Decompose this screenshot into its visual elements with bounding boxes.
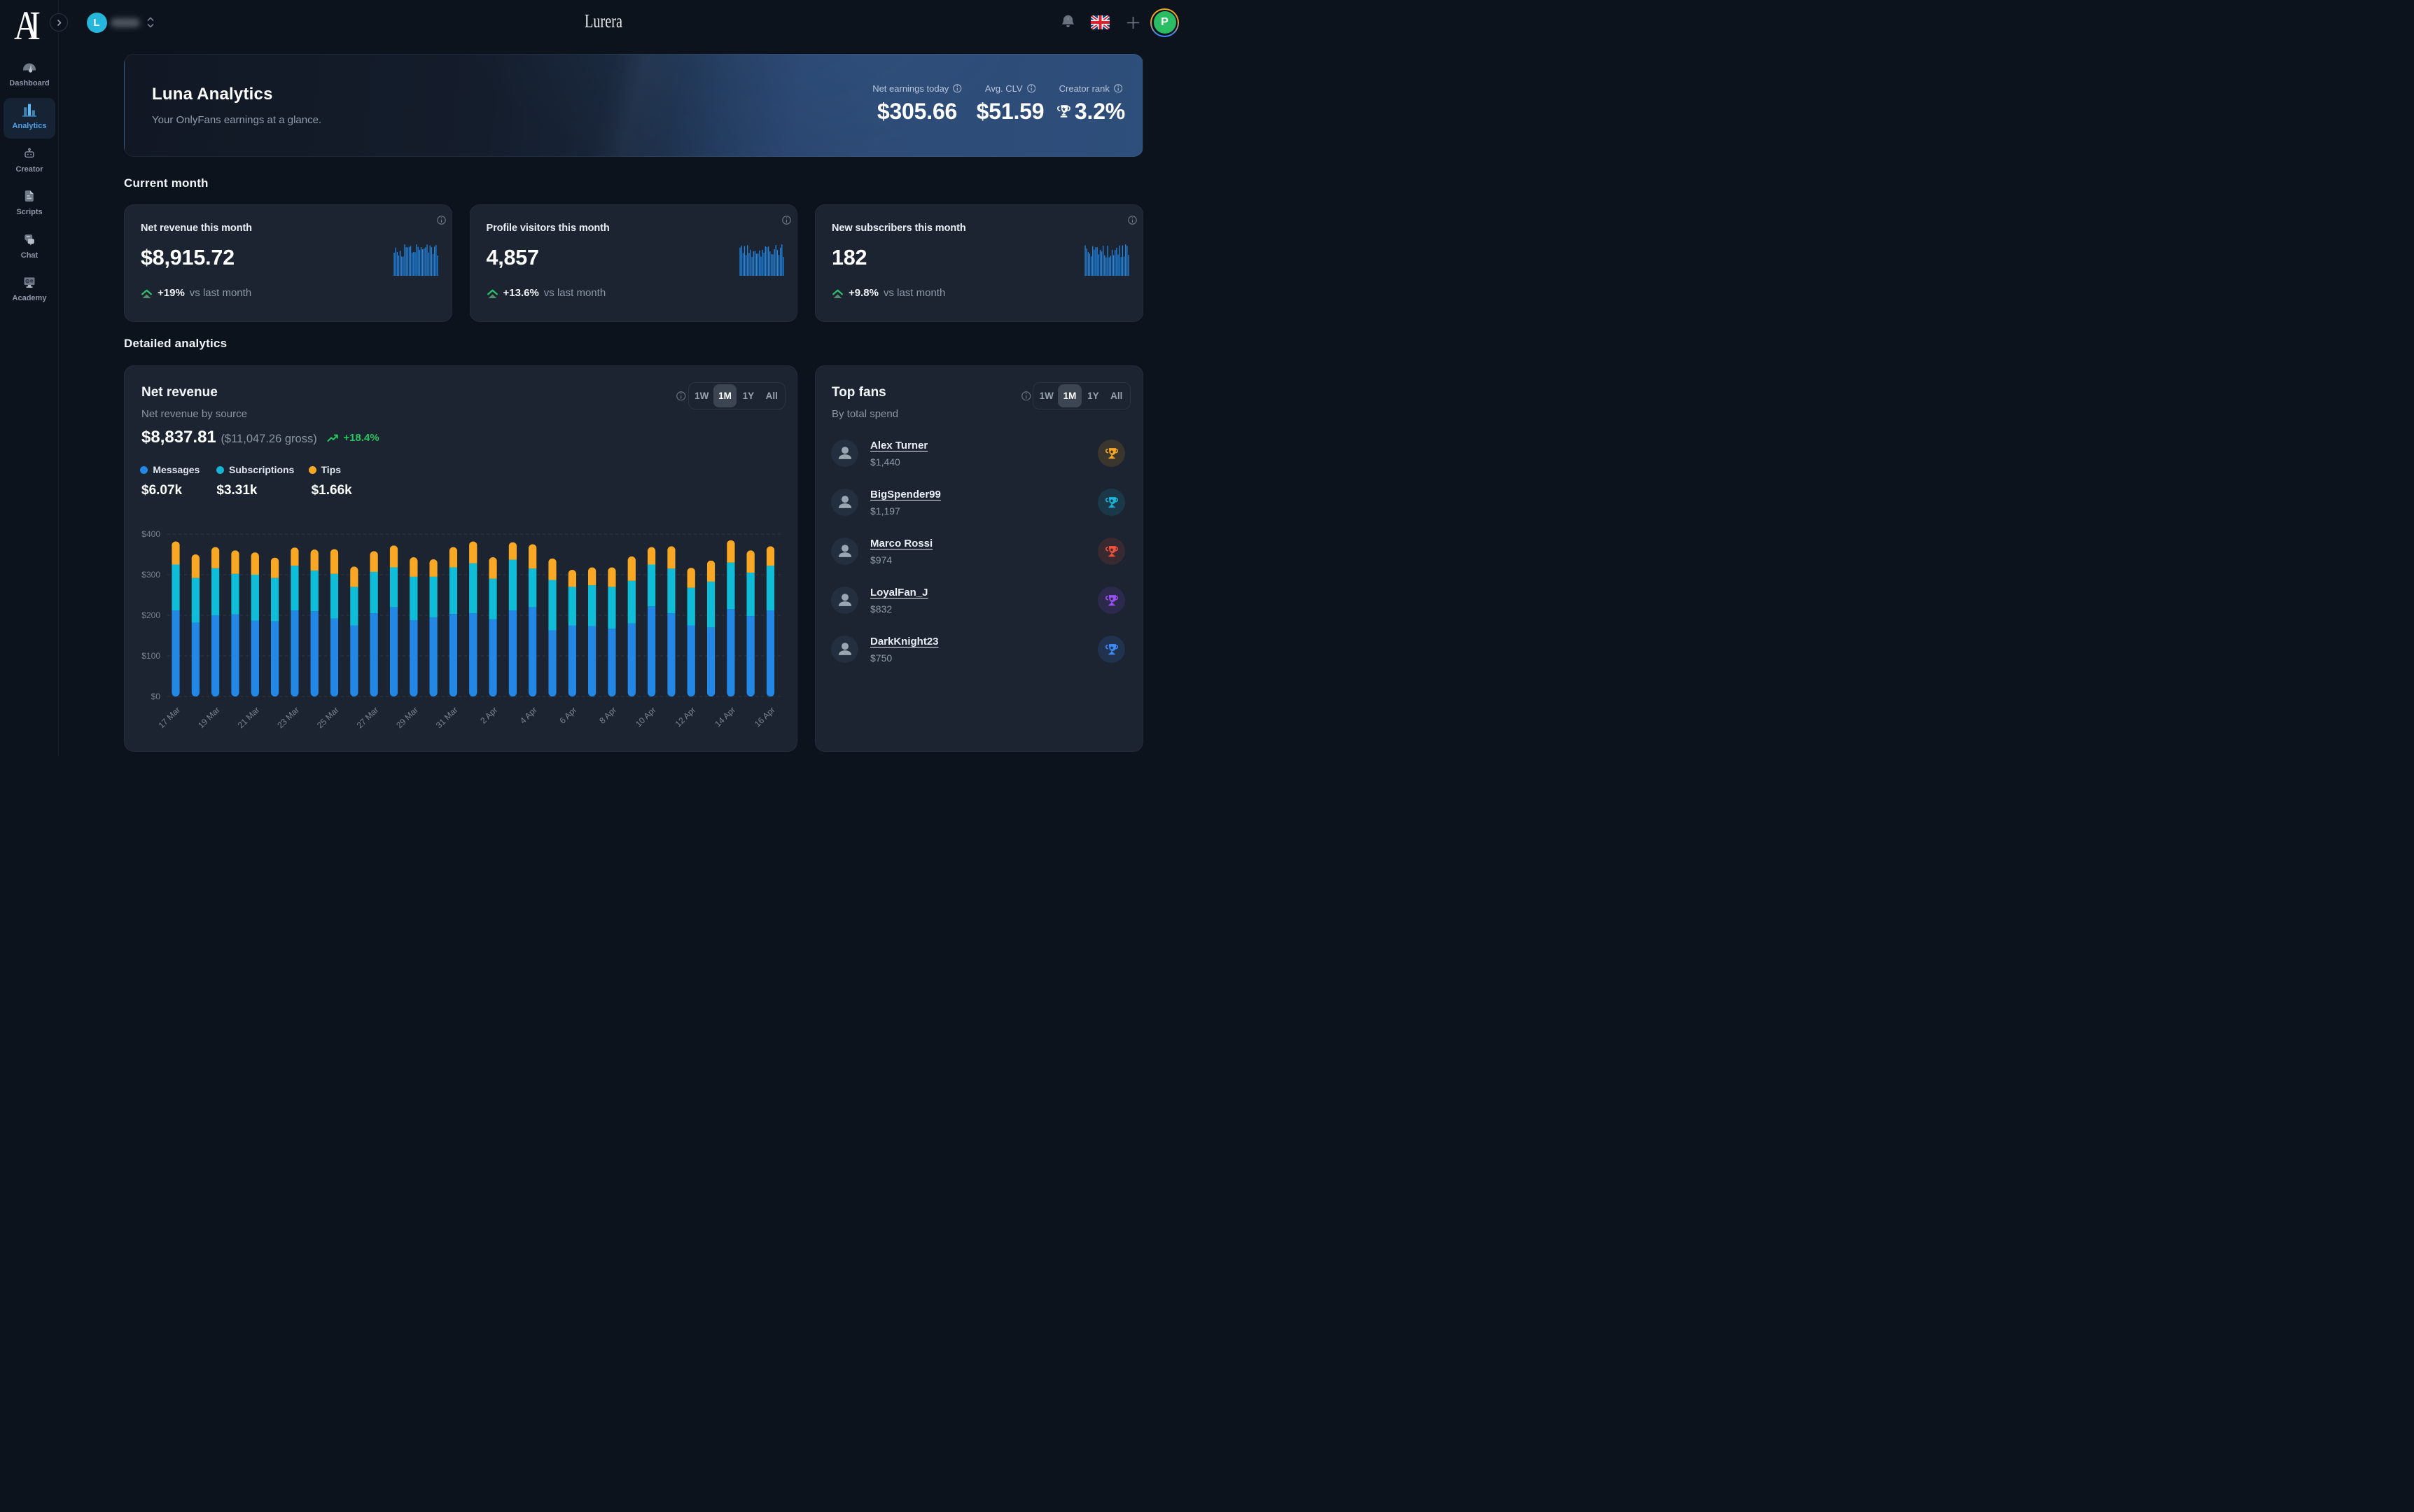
svg-text:$300: $300 [141,570,160,580]
svg-text:21 Mar: 21 Mar [236,705,262,730]
svg-text:12 Apr: 12 Apr [674,705,698,729]
svg-text:31 Mar: 31 Mar [434,705,460,730]
svg-text:6 Apr: 6 Apr [557,705,578,726]
svg-text:27 Mar: 27 Mar [355,705,381,730]
svg-text:10 Apr: 10 Apr [634,705,658,729]
svg-text:23 Mar: 23 Mar [275,705,301,730]
svg-text:$100: $100 [141,651,160,661]
svg-text:19 Mar: 19 Mar [196,705,222,730]
svg-text:2 Apr: 2 Apr [478,705,499,726]
svg-text:16 Apr: 16 Apr [753,705,777,729]
svg-text:25 Mar: 25 Mar [315,705,341,730]
svg-text:$400: $400 [141,529,160,539]
svg-text:17 Mar: 17 Mar [156,705,182,730]
svg-text:14 Apr: 14 Apr [713,705,737,729]
svg-text:$200: $200 [141,610,160,620]
svg-text:8 Apr: 8 Apr [597,705,618,726]
svg-text:4 Apr: 4 Apr [518,705,539,726]
svg-text:29 Mar: 29 Mar [394,705,420,730]
svg-text:$0: $0 [151,692,161,701]
